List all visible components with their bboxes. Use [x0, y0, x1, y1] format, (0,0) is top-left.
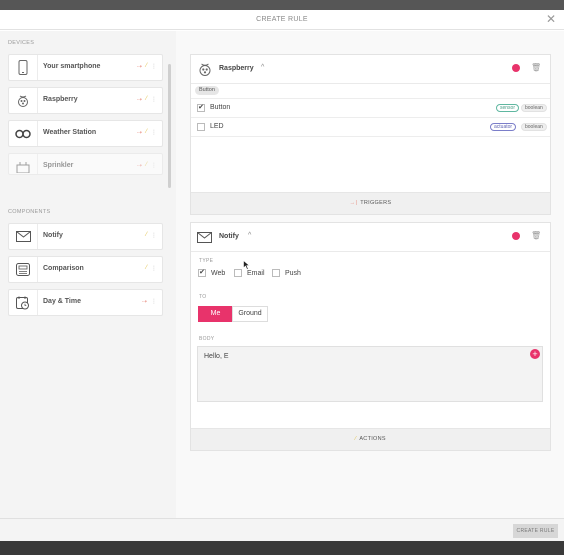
type-push-checkbox[interactable] [272, 269, 280, 277]
to-me-button[interactable]: Me [198, 306, 233, 322]
action-wand-icon[interactable]: ⁄ [146, 63, 147, 70]
device-item-label: Raspberry [43, 96, 78, 103]
tag-actuator: actuator [490, 123, 517, 131]
more-icon[interactable]: ⋮ [151, 129, 157, 136]
action-wand-icon[interactable]: ⁄ [146, 162, 147, 169]
status-dot [512, 232, 520, 240]
action-wand-icon[interactable]: ⁄ [146, 96, 147, 103]
raspberry-icon [18, 95, 28, 107]
trash-icon[interactable]: 🗑 [531, 231, 541, 240]
device-item-label: Your smartphone [43, 63, 101, 70]
more-icon[interactable]: ⋮ [151, 63, 157, 70]
actions-footer[interactable]: ⁄ ACTIONS [191, 428, 550, 450]
tag-sensor: sensor [496, 104, 520, 112]
tag-boolean: boolean [521, 104, 547, 112]
modal-title: CREATE RULE [256, 16, 308, 23]
trigger-arrow-icon[interactable]: ⇢ [137, 63, 142, 70]
type-label: TYPE [199, 258, 214, 264]
comparison-icon [16, 263, 30, 276]
type-web-checkbox[interactable]: ✔ [198, 269, 206, 277]
component-item-notify[interactable]: Notify ⁄ ⋮ [8, 223, 163, 250]
row-label: LED [210, 123, 224, 130]
trigger-arrow-icon: →| [349, 200, 358, 206]
close-icon[interactable]: ✕ [546, 13, 556, 25]
trigger-arrow-icon[interactable]: ⇢ [142, 298, 147, 305]
window-top-bar [0, 0, 564, 10]
status-dot [512, 64, 520, 72]
to-label: TO [199, 294, 207, 300]
sprinkler-icon [16, 161, 30, 173]
devices-section-label: DEVICES [8, 40, 35, 46]
device-item-label: Sprinkler [43, 162, 74, 169]
action-card: Notify ^ 🗑 TYPE ✔ Web Email Push TO Me G… [190, 222, 551, 451]
devices-scrollbar[interactable] [168, 64, 171, 188]
window-bottom-bar [0, 541, 564, 555]
body-text: Hello, E [204, 353, 229, 360]
sidebar: DEVICES Your smartphone ⇢ ⁄ ⋮ Raspberry … [0, 31, 176, 518]
device-item-label: Weather Station [43, 129, 97, 136]
components-section-label: COMPONENTS [8, 209, 51, 215]
type-email-checkbox[interactable] [234, 269, 242, 277]
action-wand-icon[interactable]: ⁄ [146, 265, 147, 272]
triggers-label: TRIGGERS [360, 200, 392, 206]
envelope-icon [15, 231, 31, 242]
checkbox-unchecked[interactable] [197, 123, 205, 131]
action-wand-icon[interactable]: ⁄ [146, 129, 147, 136]
component-item-comparison[interactable]: Comparison ⁄ ⋮ [8, 256, 163, 283]
action-card-header: Notify ^ 🗑 [191, 223, 550, 252]
to-ground-button[interactable]: Ground [232, 306, 268, 322]
device-item-smartphone[interactable]: Your smartphone ⇢ ⁄ ⋮ [8, 54, 163, 81]
checkbox-checked[interactable]: ✔ [197, 104, 205, 112]
triggers-footer[interactable]: →| TRIGGERS [191, 192, 550, 214]
device-item-weather-station[interactable]: Weather Station ⇢ ⁄ ⋮ [8, 120, 163, 147]
trigger-card-header: Raspberry ^ 🗑 [191, 55, 550, 84]
component-item-label: Day & Time [43, 298, 81, 305]
component-item-label: Comparison [43, 265, 84, 272]
envelope-icon [197, 232, 212, 243]
trigger-card-title: Raspberry [219, 65, 254, 72]
action-wand-icon: ⁄ [355, 436, 357, 442]
modal-footer: CREATE RULE [0, 518, 564, 541]
selected-item-chip[interactable]: Button [195, 86, 219, 95]
type-web-label: Web [211, 270, 226, 277]
more-icon[interactable]: ⋮ [151, 162, 157, 169]
trash-icon[interactable]: 🗑 [531, 63, 541, 72]
trigger-card: Raspberry ^ 🗑 Button ✔ Button sensor boo… [190, 54, 551, 215]
device-item-raspberry[interactable]: Raspberry ⇢ ⁄ ⋮ [8, 87, 163, 114]
trigger-arrow-icon[interactable]: ⇢ [137, 162, 142, 169]
create-rule-button[interactable]: CREATE RULE [513, 524, 558, 538]
component-item-label: Notify [43, 232, 63, 239]
device-item-sprinkler[interactable]: Sprinkler ⇢ ⁄ ⋮ [8, 153, 163, 175]
tag-boolean: boolean [521, 123, 547, 131]
body-label: BODY [199, 336, 215, 342]
more-icon[interactable]: ⋮ [151, 265, 157, 272]
more-icon[interactable]: ⋮ [151, 298, 157, 305]
trigger-row-led[interactable]: LED actuator boolean [191, 117, 550, 135]
type-push-label: Push [285, 270, 301, 277]
weather-station-icon [15, 129, 31, 138]
type-email-label: Email [247, 270, 265, 277]
mouse-cursor-icon [243, 260, 250, 270]
add-variable-plus-icon[interactable]: + [530, 349, 540, 359]
more-icon[interactable]: ⋮ [151, 96, 157, 103]
trigger-row-button[interactable]: ✔ Button sensor boolean [191, 98, 550, 116]
create-rule-modal: CREATE RULE ✕ DEVICES Your smartphone ⇢ … [0, 10, 564, 541]
trigger-arrow-icon[interactable]: ⇢ [137, 96, 142, 103]
raspberry-icon [199, 63, 211, 76]
trigger-arrow-icon[interactable]: ⇢ [137, 129, 142, 136]
actions-label: ACTIONS [359, 436, 386, 442]
more-icon[interactable]: ⋮ [151, 232, 157, 239]
action-card-title: Notify [219, 233, 239, 240]
collapse-chevron-icon[interactable]: ^ [261, 64, 264, 71]
row-label: Button [210, 104, 231, 111]
smartphone-icon [18, 60, 28, 75]
collapse-chevron-icon[interactable]: ^ [248, 232, 251, 239]
calendar-clock-icon [16, 296, 29, 309]
component-item-day-time[interactable]: Day & Time ⇢ ⋮ [8, 289, 163, 316]
body-textarea[interactable]: Hello, E [197, 346, 543, 402]
action-wand-icon[interactable]: ⁄ [146, 232, 147, 239]
modal-header: CREATE RULE ✕ [0, 10, 564, 30]
